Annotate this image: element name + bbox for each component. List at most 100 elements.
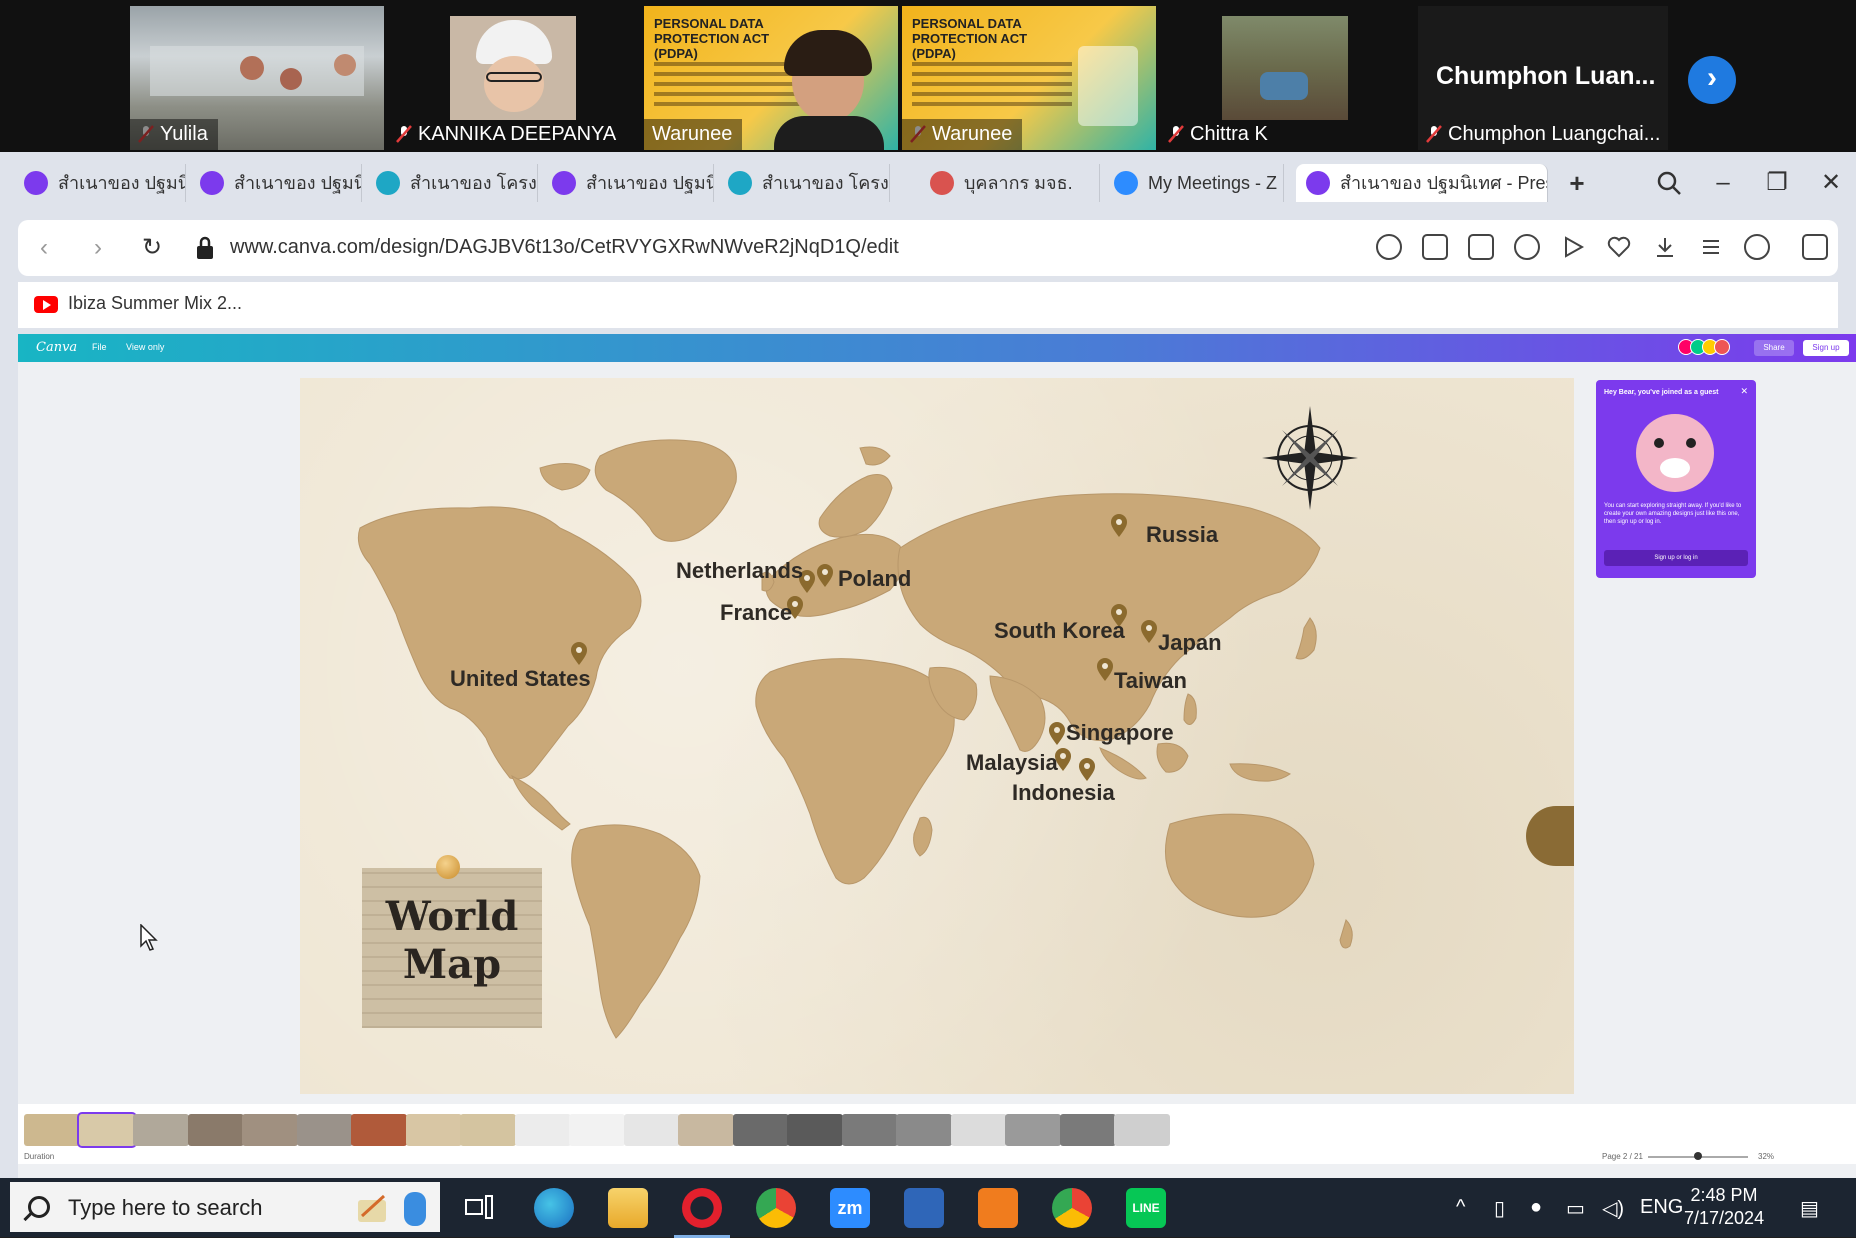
slide-thumbnail[interactable] [678,1114,734,1146]
slide-thumbnail[interactable] [623,1114,680,1146]
download-icon[interactable] [1652,234,1678,260]
microphone-icon[interactable]: ● [1530,1196,1542,1219]
slide-thumbnail[interactable] [460,1114,516,1146]
participant-tile-kannika[interactable]: KANNIKA DEEPANYA [388,6,642,150]
search-highlight-icon [358,1192,426,1226]
participant-tile-yulila[interactable]: Yulila [130,6,384,150]
task-view-icon[interactable] [458,1188,498,1228]
canva-tab-icon [1306,171,1330,195]
profile-icon[interactable] [1744,234,1770,260]
url-field[interactable]: www.canva.com/design/DAGJBV6t13o/CetRVYG… [230,236,899,259]
restore-button[interactable]: ❐ [1762,168,1792,198]
bookmark-ibiza-mix[interactable]: Ibiza Summer Mix 2... [68,293,242,314]
new-tab-button[interactable]: + [1562,168,1592,198]
opera-icon[interactable] [674,1188,730,1238]
chrome-icon[interactable] [756,1188,796,1228]
zoom-app-icon[interactable]: zm [830,1188,870,1228]
back-button[interactable]: ‹ [28,232,60,264]
camera-app-icon[interactable] [904,1188,944,1228]
volume-icon[interactable]: ◁) [1602,1196,1624,1221]
search-tabs-icon[interactable] [1654,168,1684,198]
map-pin-icon [1049,722,1065,745]
notifications-icon[interactable]: ▤ [1800,1196,1819,1221]
tab-canva-active[interactable]: สำเนาของ ปฐมนิเทศ - Preser [1296,164,1548,202]
duration-button[interactable]: Duration [24,1152,54,1161]
reload-button[interactable]: ↻ [136,232,168,264]
tab-label: สำเนาของ โครงการ [410,173,537,193]
slide-thumbnail[interactable] [296,1114,353,1146]
extensions-icon[interactable] [1802,234,1828,260]
menu-icon[interactable] [1698,234,1724,260]
tab-canva-4[interactable]: สำเนาของ ปฐมนิเทศ [542,164,714,202]
address-bar: ‹ › ↻ www.canva.com/design/DAGJBV6t13o/C… [18,220,1838,276]
chrome-profile-icon[interactable] [1052,1188,1092,1228]
tab-label: My Meetings - Z [1148,173,1278,193]
minimize-button[interactable]: – [1708,168,1738,198]
slide-thumbnail[interactable] [896,1114,952,1146]
signup-button[interactable]: Sign up [1803,340,1849,356]
slide-thumbnail[interactable] [569,1114,625,1146]
share-button[interactable]: Share [1754,340,1794,356]
slide-thumbnail[interactable] [841,1114,898,1146]
slide-thumbnail[interactable] [351,1114,407,1146]
tab-my-meetings[interactable]: My Meetings - Z [1104,164,1284,202]
slide-thumbnail[interactable] [187,1114,244,1146]
country-label-netherlands: Netherlands [676,558,804,583]
network-icon[interactable]: ▭ [1566,1196,1585,1221]
edit-icon[interactable] [1422,234,1448,260]
participant-tile-warunee-2[interactable]: PERSONAL DATA PROTECTION ACT (PDPA) Waru… [902,6,1156,150]
bear-avatar [1636,414,1714,492]
ad-block-icon[interactable] [1514,234,1540,260]
slide-thumbnail[interactable] [1059,1114,1116,1146]
canva-tab-icon [24,171,48,195]
slides-app-icon[interactable] [978,1188,1018,1228]
map-pin-icon [571,642,587,665]
close-button[interactable]: ✕ [1816,168,1846,198]
svalbard-shape [859,446,891,466]
clock[interactable]: 2:48 PM 7/17/2024 [1684,1184,1764,1230]
slide-title: PERSONAL DATA PROTECTION ACT (PDPA) [912,16,1028,61]
play-icon[interactable] [1560,234,1586,260]
slide-thumbnail[interactable] [405,1114,462,1146]
new-guinea-shape [1229,763,1291,782]
heart-icon[interactable] [1606,234,1632,260]
world-map-card: World Map [362,868,542,1028]
slide-thumbnail[interactable] [787,1114,843,1146]
slide-thumbnail[interactable] [1114,1114,1170,1146]
battery-icon[interactable]: ▯ [1494,1196,1505,1221]
zoom-slider-handle[interactable] [1694,1152,1702,1160]
line-app-icon[interactable]: LINE [1126,1188,1166,1228]
participant-tile-warunee-1[interactable]: PERSONAL DATA PROTECTION ACT (PDPA) Waru… [644,6,898,150]
next-participants-button[interactable]: › [1688,56,1736,104]
slide-thumbnail[interactable] [24,1114,80,1146]
popup-signup-button[interactable]: Sign up or log in [1604,550,1748,566]
forward-button[interactable]: › [82,232,114,264]
slide-thumbnail[interactable] [133,1114,189,1146]
clock-time: 2:48 PM [1690,1185,1758,1205]
edge-icon[interactable] [534,1188,574,1228]
map-pin-icon [1141,620,1157,643]
slide-thumbnail[interactable] [76,1112,137,1148]
participant-tile-chittra[interactable]: Chittra K [1160,6,1414,150]
camera-icon[interactable] [1468,234,1494,260]
tab-canva-5[interactable]: สำเนาของ โครงการ [718,164,890,202]
zoom-lens-icon[interactable] [1376,234,1402,260]
file-explorer-icon[interactable] [608,1188,648,1228]
file-menu[interactable]: File [92,342,107,352]
slide-thumbnail[interactable] [1005,1114,1061,1146]
slide-thumbnail[interactable] [950,1114,1007,1146]
slide-canvas[interactable]: United States Netherlands Poland France Russ… [300,378,1574,1094]
tab-canva-1[interactable]: สำเนาของ ปฐมนิเทศ [14,164,186,202]
tab-canva-3[interactable]: สำเนาของ โครงการ [366,164,538,202]
slide-thumbnail[interactable] [514,1114,571,1146]
taskbar-search[interactable]: Type here to search [10,1182,440,1232]
tab-canva-2[interactable]: สำเนาของ ปฐมนิเทศ [190,164,362,202]
close-icon[interactable]: ✕ [1740,386,1748,397]
slide-thumbnail[interactable] [732,1114,789,1146]
language-indicator[interactable]: ENG [1640,1196,1683,1219]
participant-name: Warunee [902,119,1023,150]
borneo-shape [1156,742,1189,773]
tab-personnel[interactable]: บุคลากร มจธ. [920,164,1100,202]
chevron-up-icon[interactable]: ^ [1456,1196,1465,1219]
slide-thumbnail[interactable] [242,1114,298,1146]
